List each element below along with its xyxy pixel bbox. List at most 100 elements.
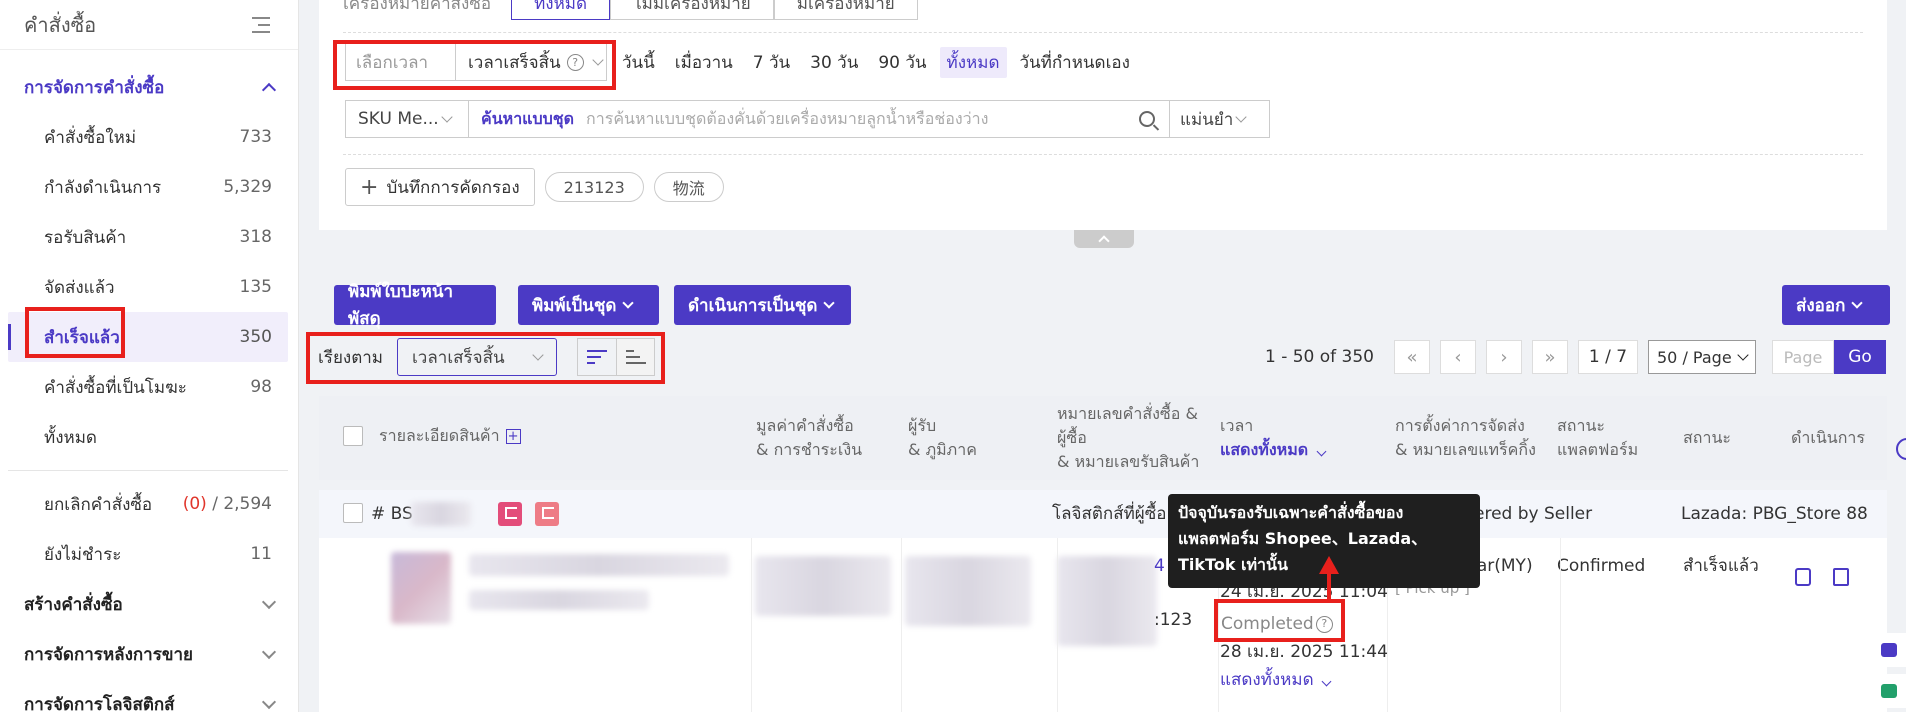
save-filter-button[interactable]: + บันทึกการคัดกรอง [345,168,535,206]
row-checkbox[interactable] [343,503,363,523]
tab-marker-has[interactable]: มีเครื่องหมาย [773,0,918,20]
quick-time-custom[interactable]: วันที่กำหนดเอง [1013,47,1137,78]
quick-time-90d[interactable]: 90 วัน [871,47,933,78]
tab-marker-all[interactable]: ทั้งหมด [511,0,611,20]
chat-icon[interactable] [1872,633,1906,667]
sidebar-item-count: 350 [239,327,272,347]
print-label-text: พิมพ์ใบปะหน้าพัสดุ [348,282,454,329]
expand-plus-icon[interactable]: + [505,429,521,444]
chevron-down-icon [261,644,277,659]
sidebar-item-new-orders[interactable]: คำสั่งซื้อใหม่ 733 [0,112,298,162]
header-line: หมายเลขคำสั่งซื้อ & [1057,404,1198,423]
sidebar-item-label: รอรับสินค้า [44,227,127,248]
column-divider [1057,538,1058,712]
sidebar-item-awaiting-pickup[interactable]: รอรับสินค้า 318 [0,212,298,262]
sidebar-group-label: การจัดการคำสั่งซื้อ [24,77,165,98]
print-icon[interactable] [1795,568,1811,586]
export-text: ส่งออก [1796,295,1846,316]
header-line: แพลตฟอร์ม [1557,440,1639,459]
sidebar-item-count: (0) / 2,594 [183,494,272,514]
pagination: 1 - 50 of 350 « ‹ › » 1 / 7 50 / Page Pa… [1265,340,1886,374]
sidebar-item-cancelled[interactable]: ยกเลิกคำสั่งซื้อ (0) / 2,594 [0,479,298,529]
batch-action-button[interactable]: ดำเนินการเป็นชุด [674,285,851,325]
sidebar-item-label: ยกเลิกคำสั่งซื้อ [44,494,153,515]
sidebar-group-label: สร้างคำสั่งซื้อ [24,594,123,615]
header-line: การตั้งค่าการจัดส่ง [1395,416,1525,435]
cancel-pending-count: (0) [182,494,207,514]
sku-field-select[interactable]: SKU Me... [345,100,469,138]
cancel-total-count: 2,594 [223,494,272,514]
sku-field-value: SKU Me... [358,109,439,129]
go-button[interactable]: Go [1834,340,1886,374]
annotation-arrow [1327,572,1331,602]
sidebar-group-after-sales[interactable]: การจัดการหลังการขาย [0,629,298,679]
first-page-icon[interactable]: « [1394,340,1430,374]
header-product-label: รายละเอียดสินค้า [379,426,500,445]
chevron-down-icon [441,111,453,123]
chevron-down-icon [1235,111,1247,123]
print-batch-button[interactable]: พิมพ์เป็นชุด [518,285,659,325]
match-mode-value: แม่นยำ [1180,109,1234,130]
page-jump-input[interactable]: Page [1772,340,1834,374]
sidebar-item-unpaid[interactable]: ยังไม่ชำระ 11 [0,529,298,579]
header-action: ดำเนินการ [1791,428,1865,447]
match-mode-select[interactable]: แม่นยำ [1170,100,1270,138]
show-all-times-link[interactable]: แสดงทั้งหมด [1220,438,1327,462]
redacted-text [469,590,649,610]
quick-time-yesterday[interactable]: เมื่อวาน [668,47,740,78]
collapse-menu-icon[interactable] [252,16,274,34]
sidebar-item-shipped[interactable]: จัดส่งแล้ว 135 [0,262,298,312]
prev-page-icon[interactable]: ‹ [1440,340,1476,374]
order-status: สำเร็จแล้ว [1683,556,1759,576]
search-input[interactable]: ค้นหาแบบชุด การค้นหาแบบชุดต้องคั่นด้วยเค… [469,100,1170,138]
highlight-box-completed-tab [25,307,125,358]
sidebar-item-label: จัดส่งแล้ว [44,277,115,298]
search-mode[interactable]: ค้นหาแบบชุด [481,107,574,132]
sidebar-item-processing[interactable]: กำลังดำเนินการ 5,329 [0,162,298,212]
header-line: ผู้รับ [908,416,937,435]
next-page-icon[interactable]: › [1486,340,1522,374]
product-image[interactable] [391,552,451,624]
chevron-down-icon [1321,676,1332,687]
tab-marker-none[interactable]: ไม่มีเครื่องหมาย [610,0,774,20]
header-line: & หมายเลขแทร็คกิ้ง [1395,440,1536,459]
quick-time-7d[interactable]: 7 วัน [746,47,797,78]
saved-filter-tag[interactable]: 213123 [544,172,644,202]
search-icon[interactable] [1139,111,1155,127]
show-all-link[interactable]: แสดงทั้งหมด [1220,666,1332,694]
chevron-down-icon [1316,446,1327,457]
print-label-button[interactable]: พิมพ์ใบปะหน้าพัสดุ [334,282,496,329]
sidebar-group-order-management[interactable]: การจัดการคำสั่งซื้อ [0,62,298,112]
saved-filter-tag[interactable]: 物流 [653,172,724,202]
header-order-number: หมายเลขคำสั่งซื้อ & ผู้ซื้อ & หมายเลขรับ… [1057,402,1199,474]
page-jump: Page Go [1772,340,1886,374]
quick-time-all[interactable]: ทั้งหมด [939,46,1007,78]
header-shipping: การตั้งค่าการจัดส่ง & หมายเลขแทร็คกิ้ง [1395,414,1536,462]
chevron-down-icon [823,297,836,309]
quick-time-30d[interactable]: 30 วัน [803,47,865,78]
export-button[interactable]: ส่งออก [1782,285,1890,325]
flag-icon[interactable] [498,502,522,526]
sidebar-item-void[interactable]: คำสั่งซื้อที่เป็นโมฆะ 98 [0,362,298,412]
sidebar-item-label: กำลังดำเนินการ [44,177,162,198]
flag-icon[interactable] [535,502,559,526]
sidebar-item-all[interactable]: ทั้งหมด [0,412,298,462]
sidebar-group-create-order[interactable]: สร้างคำสั่งซื้อ [0,579,298,629]
sidebar-item-label: ยังไม่ชำระ [44,544,122,565]
quick-time-today[interactable]: วันนี้ [615,47,662,78]
page-size-select[interactable]: 50 / Page [1648,340,1756,374]
floating-search-icon[interactable] [1896,438,1906,460]
sidebar-group-logistics[interactable]: การจัดการโลจิสติกส์ [0,679,298,712]
header-line: มูลค่าคำสั่งซื้อ [756,416,854,435]
filter-panel: เครื่องหมายคำสั่งซื้อ ทั้งหมด ไม่มีเครื่… [319,0,1887,230]
header-order-value: มูลค่าคำสั่งซื้อ & การชำระเงิน [756,414,862,462]
sidebar-group-label: การจัดการหลังการขาย [24,644,193,665]
book-icon[interactable] [1872,674,1906,708]
document-icon[interactable] [1833,568,1849,586]
last-page-icon[interactable]: » [1532,340,1568,374]
select-all-checkbox[interactable] [343,426,363,446]
collapse-panel-handle[interactable] [1074,230,1134,248]
search-bar: SKU Me... ค้นหาแบบชุด การค้นหาแบบชุดต้อง… [345,100,1270,138]
redacted-text [905,556,1031,626]
table-row-header: # BS โลจิสติกส์ที่ผู้ซื้อ ered by Seller… [319,490,1887,538]
